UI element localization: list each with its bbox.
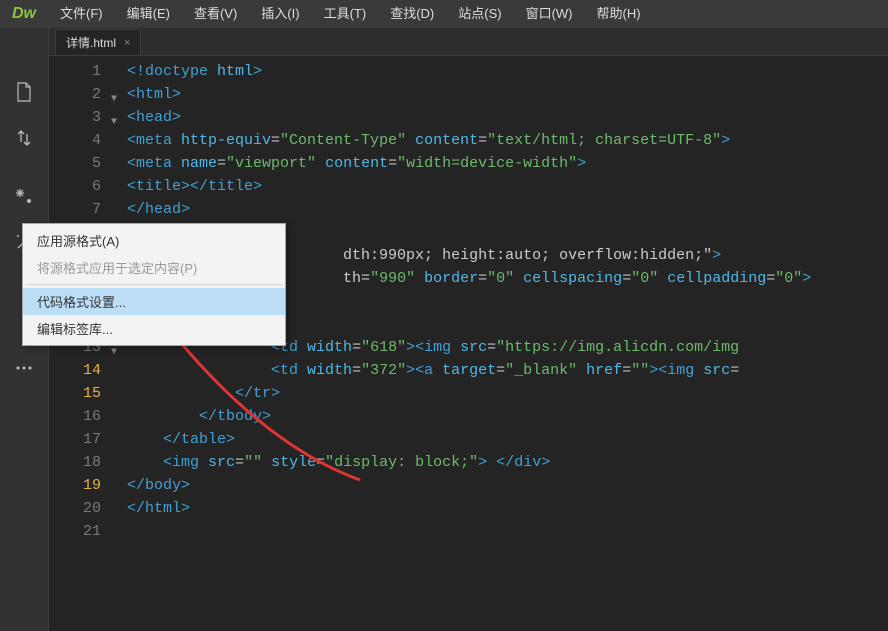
line-number: 4 <box>49 129 101 152</box>
code-line: </html> <box>127 497 888 520</box>
fold-spacer <box>109 359 127 382</box>
code-line: </head> <box>127 198 888 221</box>
line-number: 7 <box>49 198 101 221</box>
fold-spacer <box>109 520 127 543</box>
code-line: <head> <box>127 106 888 129</box>
updown-arrows-icon[interactable] <box>10 124 38 152</box>
menubar: Dw 文件(F) 编辑(E) 查看(V) 插入(I) 工具(T) 查找(D) 站… <box>0 0 888 28</box>
line-number: 15 <box>49 382 101 405</box>
code-line: <img src="" style="display: block;"> </d… <box>127 451 888 474</box>
code-line: <td width="372"><a target="_blank" href=… <box>127 359 888 382</box>
code-line: <html> <box>127 83 888 106</box>
menu-edit[interactable]: 编辑(E) <box>115 0 182 28</box>
fold-spacer <box>109 60 127 83</box>
fold-spacer <box>109 451 127 474</box>
menu-tools[interactable]: 工具(T) <box>312 0 379 28</box>
fold-spacer <box>109 382 127 405</box>
line-number: 20 <box>49 497 101 520</box>
code-line: </tbody> <box>127 405 888 428</box>
line-number: 18 <box>49 451 101 474</box>
close-icon[interactable]: × <box>124 37 130 49</box>
code-line: </body> <box>127 474 888 497</box>
line-number: 3 <box>49 106 101 129</box>
fold-spacer <box>109 198 127 221</box>
menu-help[interactable]: 帮助(H) <box>585 0 653 28</box>
code-line: <meta name="viewport" content="width=dev… <box>127 152 888 175</box>
fold-toggle-icon[interactable]: ▼ <box>109 83 127 106</box>
fold-spacer <box>109 474 127 497</box>
line-number: 17 <box>49 428 101 451</box>
code-line: </tr> <box>127 382 888 405</box>
line-number: 6 <box>49 175 101 198</box>
fold-toggle-icon[interactable]: ▼ <box>109 106 127 129</box>
line-number: 2 <box>49 83 101 106</box>
menu-insert[interactable]: 插入(I) <box>249 0 311 28</box>
context-menu[interactable]: 应用源格式(A)将源格式应用于选定内容(P) 代码格式设置...编辑标签库... <box>22 223 286 346</box>
code-line: <!doctype html> <box>127 60 888 83</box>
tab-title: 详情.html <box>66 34 116 51</box>
line-number: 14 <box>49 359 101 382</box>
line-number: 1 <box>49 60 101 83</box>
line-number: 21 <box>49 520 101 543</box>
context-menu-item: 将源格式应用于选定内容(P) <box>23 254 285 281</box>
menu-find[interactable]: 查找(D) <box>378 0 446 28</box>
line-number: 16 <box>49 405 101 428</box>
menu-window[interactable]: 窗口(W) <box>514 0 585 28</box>
fold-spacer <box>109 405 127 428</box>
context-menu-item[interactable]: 应用源格式(A) <box>23 227 285 254</box>
asterisk-dot-icon[interactable] <box>10 182 38 210</box>
tabbar: 详情.html × <box>49 28 888 56</box>
dots-icon[interactable] <box>10 354 38 382</box>
code-line: </table> <box>127 428 888 451</box>
menu-view[interactable]: 查看(V) <box>182 0 249 28</box>
fold-spacer <box>109 129 127 152</box>
fold-spacer <box>109 175 127 198</box>
fold-spacer <box>109 497 127 520</box>
code-line: <meta http-equiv="Content-Type" content=… <box>127 129 888 152</box>
fold-spacer <box>109 428 127 451</box>
context-menu-separator <box>25 284 283 285</box>
line-number: 5 <box>49 152 101 175</box>
menu-file[interactable]: 文件(F) <box>48 0 115 28</box>
app-logo: Dw <box>0 0 48 28</box>
line-number: 19 <box>49 474 101 497</box>
code-line: <title></title> <box>127 175 888 198</box>
tab-file[interactable]: 详情.html × <box>55 29 141 55</box>
menu-site[interactable]: 站点(S) <box>446 0 513 28</box>
context-menu-item[interactable]: 编辑标签库... <box>23 315 285 342</box>
fold-spacer <box>109 152 127 175</box>
file-icon[interactable] <box>10 78 38 106</box>
context-menu-item[interactable]: 代码格式设置... <box>23 288 285 315</box>
